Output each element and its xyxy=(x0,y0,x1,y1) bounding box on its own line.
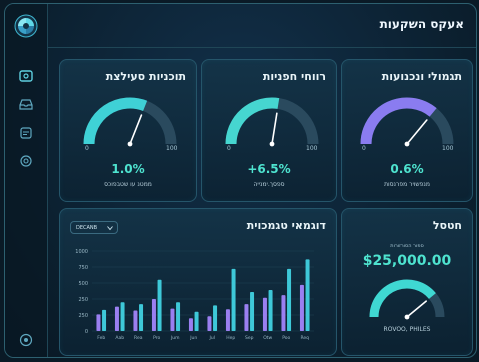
gauge-value: 1.0% xyxy=(111,162,145,176)
bar xyxy=(268,290,273,331)
logo-icon[interactable] xyxy=(14,14,38,38)
bar xyxy=(133,310,138,331)
x-tick-label: Pro xyxy=(153,335,160,341)
bar xyxy=(188,318,193,331)
chevron-down-icon xyxy=(107,226,113,231)
y-tick-label: 750 xyxy=(78,265,88,271)
y-tick-label: 1000 xyxy=(75,249,88,255)
bar-chart-card: דוגמאי טגמכוית DECANB 1000 750 500 250 250 0 F… xyxy=(59,208,337,356)
dashboard-icon[interactable] xyxy=(18,68,34,84)
gauge-needle xyxy=(406,300,427,318)
topbar: אעקס השקעות xyxy=(47,4,476,48)
gauge-needle xyxy=(406,119,428,145)
bar xyxy=(207,316,212,331)
gauge-card-profits: רווחי חפניות 0 100 +6.5% ספסך.ימנייה xyxy=(201,59,337,202)
x-tick-label: Otw xyxy=(263,335,272,341)
gauge-card-active-plans: תוכניות סעילצת 0 100 1.0% ממטנ עו שטבפוכ… xyxy=(59,59,197,202)
total-gauge xyxy=(369,279,445,320)
total-sublabel: ספור הסורזורות xyxy=(390,243,424,249)
x-tick-label: Rea xyxy=(134,335,143,341)
gauge-hub xyxy=(404,314,410,320)
gauge-caption: מנפשויר מפרנסות xyxy=(384,181,430,188)
bar xyxy=(151,299,156,331)
y-tick-label: 0 xyxy=(85,329,88,335)
bar xyxy=(250,291,255,331)
total-value: $25,000.00 xyxy=(362,253,452,269)
calendar-icon[interactable] xyxy=(18,125,34,141)
gauge-caption: ממטנ עו שטבפוכס xyxy=(104,181,152,188)
gauge-value: +6.5% xyxy=(247,162,291,176)
period-dropdown[interactable]: DECANB xyxy=(70,221,118,234)
gauge-hub xyxy=(269,141,275,147)
x-tick-label: Feb xyxy=(97,335,105,341)
gear-icon[interactable] xyxy=(18,332,34,348)
x-tick-label: Jum xyxy=(170,335,180,341)
bar-chart: 1000 750 500 250 250 0 Feb Aab Rea Pro Jum Jun Jul He… xyxy=(75,249,314,341)
bar xyxy=(102,309,107,331)
card-title: דוגמאי טגמכוית xyxy=(246,219,326,232)
x-tick-label: Aab xyxy=(115,335,124,341)
x-tick-label: Req xyxy=(300,335,309,341)
page-title: אעקס השקעות xyxy=(379,17,464,31)
bar xyxy=(96,314,101,331)
gauge-card-rewards: תגמולי ונכנועות 0 100 0.6% מנפשויר מפרנס… xyxy=(341,59,473,202)
x-tick-label: Jun xyxy=(189,335,197,341)
bar xyxy=(157,279,162,331)
bar xyxy=(170,308,175,331)
bar xyxy=(244,304,249,331)
bar xyxy=(281,295,286,331)
bar xyxy=(139,304,144,331)
gauge-caption: ספסך.ימנייה xyxy=(253,181,285,188)
app-window: אעקס השקעות תוכניות סעילצת 0 100 1.0% ממ… xyxy=(4,3,477,358)
total-caption: ROVOO, PHILES xyxy=(383,326,431,333)
gauge-hub xyxy=(127,141,133,147)
bar xyxy=(287,268,292,331)
gauge-fill xyxy=(225,97,280,145)
x-tick-label: Poo xyxy=(282,335,290,341)
y-tick-label: 250 xyxy=(78,297,88,303)
gauge-max: 100 xyxy=(442,145,454,152)
dropdown-label: DECANB xyxy=(76,225,98,231)
gauge-value: 0.6% xyxy=(390,162,424,176)
bar xyxy=(213,305,218,331)
bar xyxy=(225,309,230,331)
card-title: חטסל xyxy=(432,219,462,232)
gauge-min: 0 xyxy=(85,145,89,152)
x-tick-label: Hep xyxy=(226,335,235,341)
bar xyxy=(231,268,236,331)
gauge-hub xyxy=(404,141,410,147)
settings-icon[interactable] xyxy=(18,153,34,169)
gauge-needle xyxy=(271,112,278,145)
bar xyxy=(299,284,304,331)
card-title: תוכניות סעילצת xyxy=(105,70,186,83)
bar xyxy=(262,297,267,331)
gauge-fill xyxy=(83,97,148,145)
gauge-min: 0 xyxy=(362,145,366,152)
gauge-needle xyxy=(129,114,143,145)
y-tick-label: 500 xyxy=(78,281,88,287)
gauge-min: 0 xyxy=(227,145,231,152)
total-card: חטסל ספור הסורזורות $25,000.00 ROVOO, PH… xyxy=(341,208,473,356)
bar xyxy=(176,302,181,331)
inbox-icon[interactable] xyxy=(18,96,34,112)
sidebar xyxy=(5,4,48,357)
gauge-max: 100 xyxy=(166,145,178,152)
y-tick-label: 250 xyxy=(78,313,88,319)
card-title: רווחי חפניות xyxy=(262,70,326,83)
gauge-fill xyxy=(369,279,436,318)
bar xyxy=(114,306,119,331)
x-tick-label: Jul xyxy=(209,335,215,341)
gauge-max: 100 xyxy=(306,145,318,152)
bar xyxy=(194,311,199,331)
bar xyxy=(120,302,125,331)
card-title: תגמולי ונכנועות xyxy=(381,70,462,83)
x-tick-label: Sep xyxy=(245,335,254,341)
bar xyxy=(305,259,310,331)
